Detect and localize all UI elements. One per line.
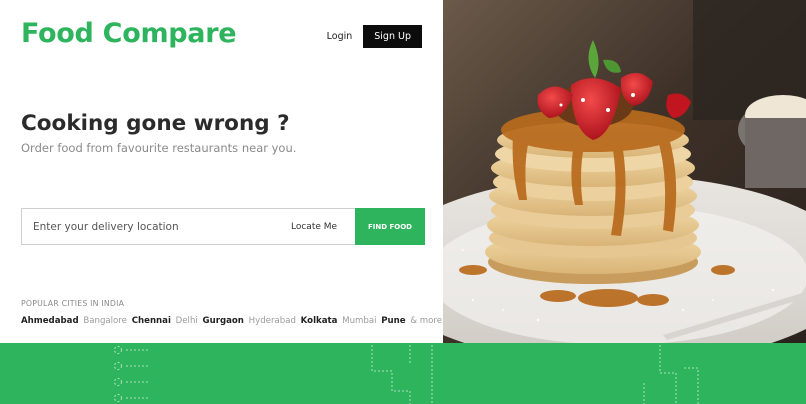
left-panel: Food Compare Login Sign Up Cooking gone … — [0, 0, 445, 343]
popular-cities-list: Ahmedabad Bangalore Chennai Delhi Gurgao… — [21, 316, 447, 326]
delivery-location-input[interactable] — [22, 209, 291, 244]
pancake-stack-photo — [443, 0, 806, 343]
hero-headline: Cooking gone wrong ? — [21, 111, 290, 136]
location-search-bar: Locate Me FIND FOOD — [21, 208, 425, 245]
login-link[interactable]: Login — [327, 31, 353, 42]
city-link[interactable]: Kolkata — [301, 316, 338, 326]
city-link[interactable]: Pune — [381, 316, 405, 326]
city-link[interactable]: Bangalore — [83, 316, 127, 326]
locate-me-button[interactable]: Locate Me — [291, 209, 355, 244]
find-food-button[interactable]: FIND FOOD — [355, 208, 425, 245]
city-link[interactable]: Mumbai — [342, 316, 376, 326]
hero-food-image — [443, 0, 806, 343]
more-cities-link[interactable]: & more. — [410, 316, 444, 326]
top-nav: Login Sign Up — [327, 25, 422, 48]
city-link[interactable]: Delhi — [176, 316, 198, 326]
city-link[interactable]: Chennai — [132, 316, 171, 326]
brand-logo[interactable]: Food Compare — [21, 18, 237, 49]
hero-tagline: Order food from favourite restaurants ne… — [21, 141, 297, 155]
footer-band — [0, 343, 806, 404]
city-link[interactable]: Gurgaon — [203, 316, 244, 326]
footer-decoration — [114, 345, 699, 404]
popular-cities-title: POPULAR CITIES IN INDIA — [21, 299, 125, 308]
city-link[interactable]: Ahmedabad — [21, 316, 79, 326]
city-link[interactable]: Hyderabad — [249, 316, 296, 326]
signup-button[interactable]: Sign Up — [363, 25, 422, 48]
